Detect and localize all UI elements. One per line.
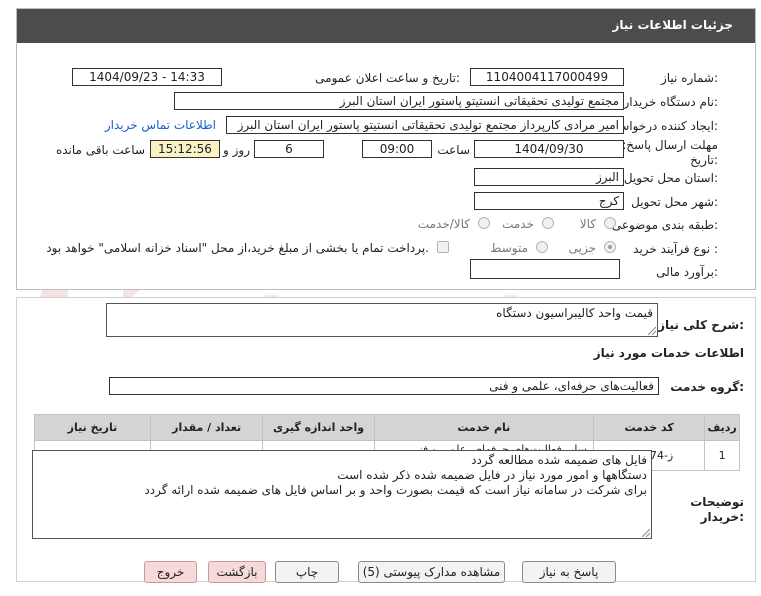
need-number-field: 1104004117000499 bbox=[470, 68, 624, 86]
exit-button[interactable]: خروج bbox=[144, 561, 197, 583]
city-label: شهر محل تحویل: bbox=[631, 195, 718, 209]
category-option-goods: کالا bbox=[579, 217, 596, 231]
back-button[interactable]: بازگشت bbox=[208, 561, 266, 583]
service-group-label: گروه خدمت: bbox=[670, 380, 744, 394]
province-field: البرز bbox=[474, 168, 624, 186]
days-remaining-field: 6 bbox=[254, 140, 324, 158]
buyer-notes-label-2: خریدار: bbox=[700, 510, 744, 524]
panel-titlebar: جزئیات اطلاعات نیاز bbox=[17, 9, 755, 43]
col-quantity: تعداد / مقدار bbox=[149, 414, 264, 441]
deadline-date-field: 1404/09/30 bbox=[474, 140, 624, 158]
need-number-label: شماره نیاز: bbox=[660, 71, 718, 85]
deadline-time-label: ساعت bbox=[437, 143, 470, 157]
category-option-service: خدمت bbox=[502, 217, 534, 231]
city-field: کرج bbox=[474, 192, 624, 210]
purchase-type-option-medium: متوسط bbox=[490, 241, 528, 255]
treasury-payment-note: پرداخت تمام یا بخشی از مبلغ خرید،از محل … bbox=[46, 241, 429, 255]
buyer-notes-textarea[interactable]: فایل های ضمیمه شده مطالعه گردد دستگاهها … bbox=[32, 450, 652, 539]
print-button[interactable]: چاپ bbox=[275, 561, 339, 583]
category-label: طبقه بندی موضوعی: bbox=[611, 218, 718, 232]
deadline-label-line2: تاریخ: bbox=[690, 153, 718, 167]
panel-title: جزئیات اطلاعات نیاز bbox=[612, 18, 733, 32]
category-radio-goods-service[interactable] bbox=[478, 217, 490, 229]
buyer-notes-label-1: توضیحات bbox=[690, 495, 744, 509]
deadline-label-line1: مهلت ارسال پاسخ: تا bbox=[611, 138, 718, 152]
summary-text: قیمت واحد کالیبراسیون دستگاه bbox=[496, 306, 653, 320]
col-service-code: کد خدمت bbox=[592, 414, 706, 441]
remaining-time-label: ساعت باقی مانده bbox=[55, 143, 145, 157]
buyer-notes-line-1: فایل های ضمیمه شده مطالعه گردد bbox=[471, 453, 647, 467]
estimate-label: برآورد مالی: bbox=[656, 265, 718, 279]
reply-button[interactable]: پاسخ به نیاز bbox=[522, 561, 616, 583]
announce-datetime-field: 1404/09/23 - 14:33 bbox=[72, 68, 222, 86]
announce-datetime-label: تاریخ و ساعت اعلان عمومی: bbox=[315, 71, 460, 85]
col-row-number: ردیف bbox=[704, 414, 740, 441]
requester-field: امیر مرادی کارپرداز مجتمع تولیدی تحقیقات… bbox=[226, 116, 624, 134]
summary-label: شرح کلی نیاز: bbox=[658, 318, 744, 332]
col-unit: واحد اندازه گیری bbox=[262, 414, 375, 441]
treasury-payment-checkbox[interactable] bbox=[437, 241, 449, 253]
summary-textarea[interactable]: قیمت واحد کالیبراسیون دستگاه bbox=[106, 303, 658, 337]
category-radio-service[interactable] bbox=[542, 217, 554, 229]
purchase-type-label: نوع فرآیند خرید : bbox=[633, 242, 718, 256]
buyer-contact-link[interactable]: اطلاعات تماس خریدار bbox=[105, 118, 216, 132]
buyer-org-label: نام دستگاه خریدار: bbox=[623, 95, 719, 109]
days-label: روز و bbox=[223, 143, 250, 157]
col-need-date: تاریخ نیاز bbox=[34, 414, 151, 441]
deadline-time-field: 09:00 bbox=[362, 140, 432, 158]
buyer-notes-line-3: برای شرکت در سامانه نیاز است که قیمت بصو… bbox=[144, 483, 647, 497]
estimate-field[interactable] bbox=[470, 259, 620, 279]
purchase-type-radio-minor[interactable] bbox=[604, 241, 616, 253]
purchase-type-option-minor: جزیی bbox=[568, 241, 596, 255]
province-label: استان محل تحویل: bbox=[623, 171, 718, 185]
category-radio-goods[interactable] bbox=[604, 217, 616, 229]
attachments-button[interactable]: مشاهده مدارک پیوستی (5) bbox=[358, 561, 505, 583]
resize-handle-icon[interactable] bbox=[648, 327, 656, 335]
buyer-notes-line-2: دستگاهها و امور مورد نیاز در فایل ضمیمه … bbox=[337, 468, 647, 482]
category-option-goods-service: کالا/خدمت bbox=[417, 217, 470, 231]
remaining-time-field: 15:12:56 bbox=[150, 140, 220, 158]
resize-handle-icon[interactable] bbox=[642, 529, 650, 537]
requester-label: ایجاد کننده درخواست: bbox=[607, 119, 718, 133]
buyer-org-field: مجتمع تولیدی تحقیقاتی انستیتو پاستور ایر… bbox=[174, 92, 624, 110]
purchase-type-radio-medium[interactable] bbox=[536, 241, 548, 253]
service-group-field: فعالیت‌های حرفه‌ای، علمی و فنی bbox=[109, 377, 659, 395]
services-heading: اطلاعات خدمات مورد نیاز bbox=[593, 346, 744, 360]
col-service-name: نام خدمت bbox=[373, 414, 594, 441]
table-header-row: تاریخ نیاز تعداد / مقدار واحد اندازه گیر… bbox=[34, 414, 740, 441]
cell-row-number: 1 bbox=[704, 440, 740, 471]
